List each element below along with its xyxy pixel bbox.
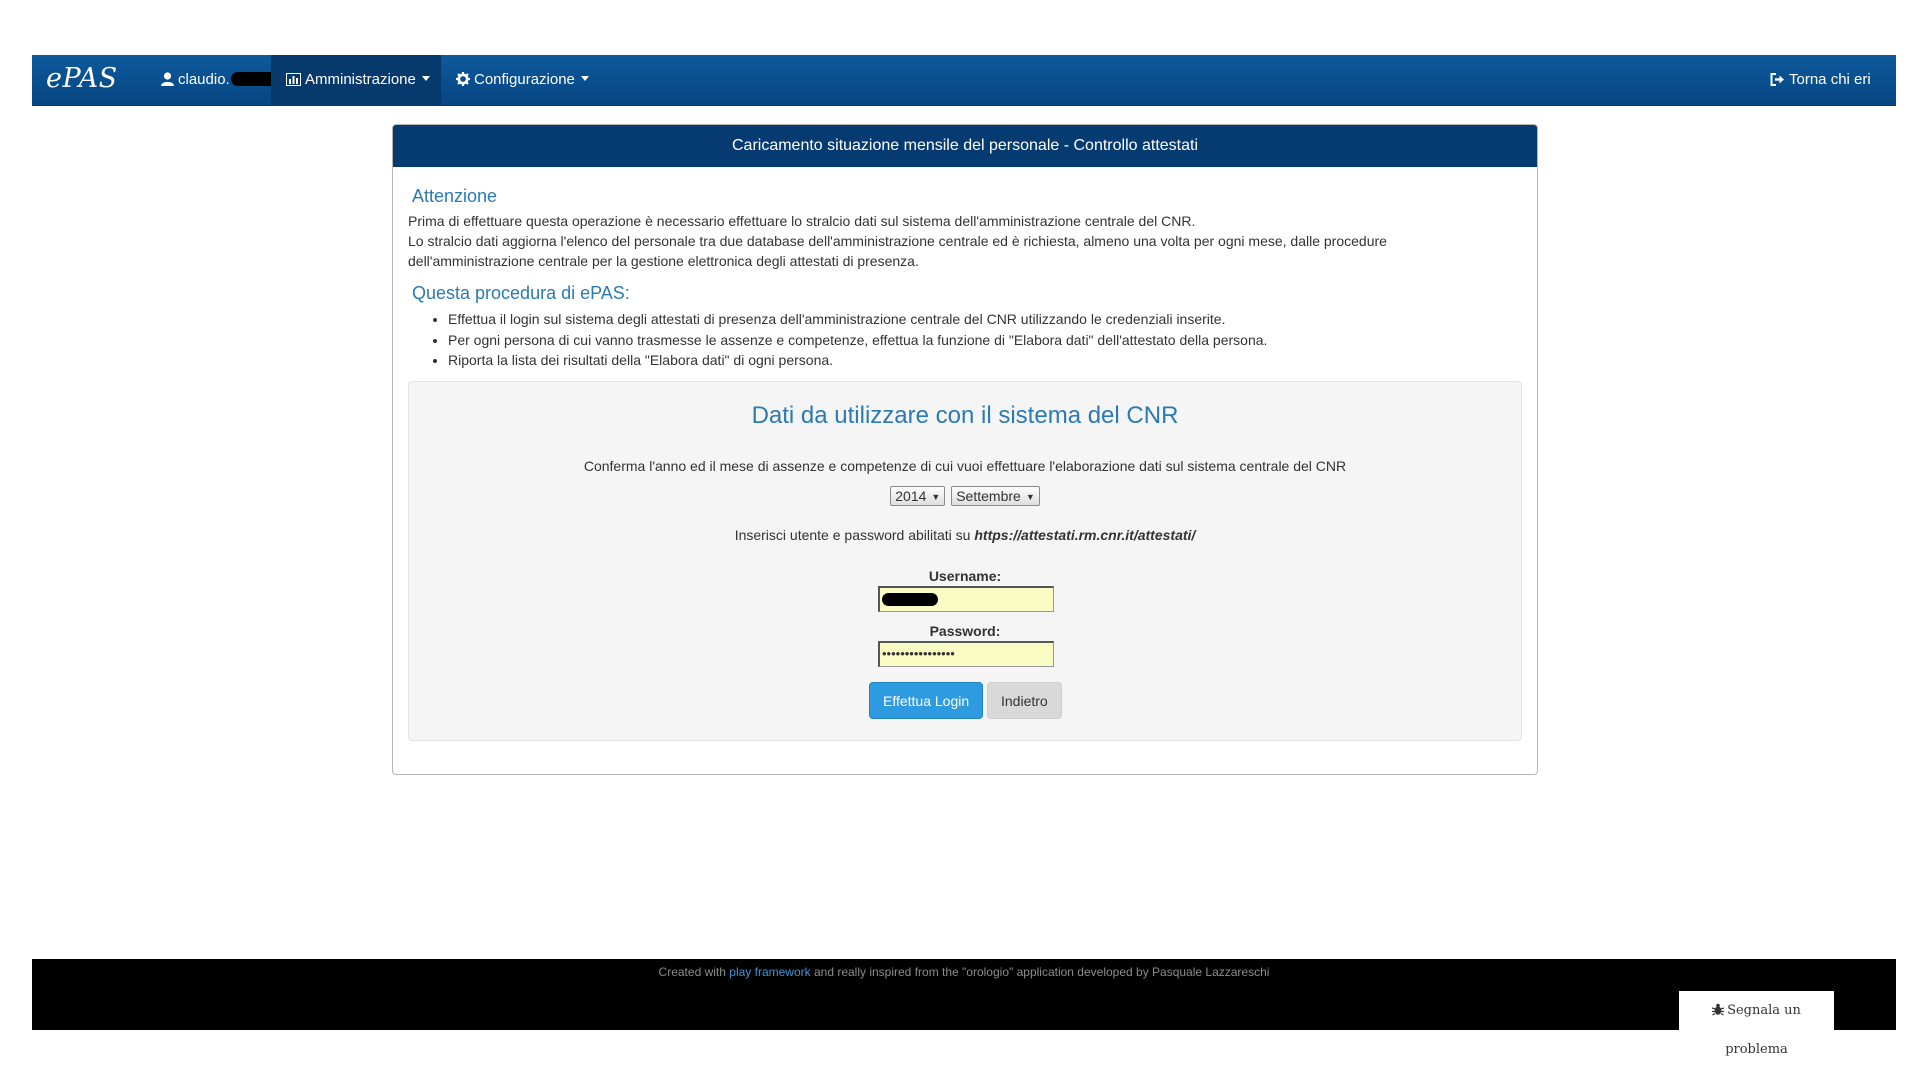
list-item: Per ogni persona di cui vanno trasmesse …: [448, 330, 1267, 351]
list-item: Riporta la lista dei risultati della "El…: [448, 350, 1267, 371]
bug-icon: [1711, 1003, 1725, 1016]
nav-amministrazione[interactable]: Amministrazione: [271, 55, 441, 105]
attention-line: dell'amministrazione centrale per la ges…: [408, 253, 919, 269]
password-field[interactable]: ••••••••••••••••: [878, 641, 1054, 667]
username-label: Username:: [928, 568, 1002, 584]
bar-chart-icon: [286, 73, 301, 86]
username-field[interactable]: [878, 586, 1054, 612]
chevron-down-icon: [421, 76, 430, 81]
dropdown-arrow-icon: ▼: [1025, 492, 1035, 502]
report-problem-button[interactable]: Segnala un problema: [1679, 991, 1834, 1057]
nav-configurazione-label: Configurazione: [474, 71, 575, 88]
attention-title: Attenzione: [412, 186, 498, 206]
torna-chi-eri-link[interactable]: Torna chi eri: [1755, 55, 1886, 105]
nav-amministrazione-label: Amministrazione: [305, 71, 416, 88]
play-framework-link[interactable]: play framework: [729, 965, 810, 979]
login-form-well: Dati da utilizzare con il sistema del CN…: [408, 381, 1522, 741]
sign-out-icon: [1770, 73, 1784, 86]
attention-text: Prima di effettuare questa operazione è …: [408, 211, 1508, 271]
credentials-instruction: Inserisci utente e password abilitati su…: [409, 527, 1521, 543]
procedure-list: Effettua il login sul sistema degli atte…: [408, 309, 1267, 371]
footer: Created with play framework and really i…: [32, 959, 1896, 1057]
top-navbar: ePAS claudio. Amministrazione Configuraz…: [32, 55, 1896, 106]
back-button[interactable]: Indietro: [987, 682, 1062, 719]
login-button[interactable]: Effettua Login: [869, 682, 984, 719]
attention-line: Prima di effettuare questa operazione è …: [408, 213, 1196, 229]
footer-prefix: Created with: [658, 965, 726, 979]
gear-icon: [456, 72, 470, 86]
user-icon: [161, 72, 174, 86]
brand-logo[interactable]: ePAS: [46, 63, 118, 94]
year-value: 2014: [895, 488, 927, 504]
attention-line: Lo stralcio dati aggiorna l'elenco del p…: [408, 233, 1387, 249]
year-select[interactable]: 2014 ▼: [890, 486, 946, 506]
month-value: Settembre: [956, 488, 1021, 504]
insert-text: Inserisci utente e password abilitati su: [734, 527, 971, 543]
user-name: claudio.: [178, 71, 230, 88]
redacted-username: [230, 72, 277, 86]
redacted-username-value: [882, 593, 938, 606]
password-label: Password:: [929, 623, 1001, 639]
attestati-url: https://attestati.rm.cnr.it/attestati/: [974, 527, 1196, 543]
list-item: Effettua il login sul sistema degli atte…: [448, 309, 1267, 330]
form-title: Dati da utilizzare con il sistema del CN…: [751, 402, 1179, 429]
procedure-title: Questa procedura di ePAS:: [412, 283, 630, 303]
period-selectors: 2014 ▼ Settembre ▼: [409, 486, 1521, 506]
dropdown-arrow-icon: ▼: [931, 492, 941, 502]
panel-heading: Caricamento situazione mensile del perso…: [393, 125, 1537, 167]
torna-chi-eri-label: Torna chi eri: [1789, 71, 1871, 88]
nav-configurazione[interactable]: Configurazione: [441, 55, 604, 105]
main-panel: Caricamento situazione mensile del perso…: [392, 124, 1538, 775]
footer-suffix: and really inspired from the "orologio" …: [813, 965, 1270, 979]
confirm-text: Conferma l'anno ed il mese di assenze e …: [583, 458, 1347, 474]
report-problem-label: Segnala un problema: [1725, 1003, 1801, 1057]
password-value: ••••••••••••••••: [882, 646, 955, 661]
footer-credits: Created with play framework and really i…: [32, 965, 1896, 979]
month-select[interactable]: Settembre ▼: [951, 486, 1040, 506]
chevron-down-icon: [580, 76, 589, 81]
